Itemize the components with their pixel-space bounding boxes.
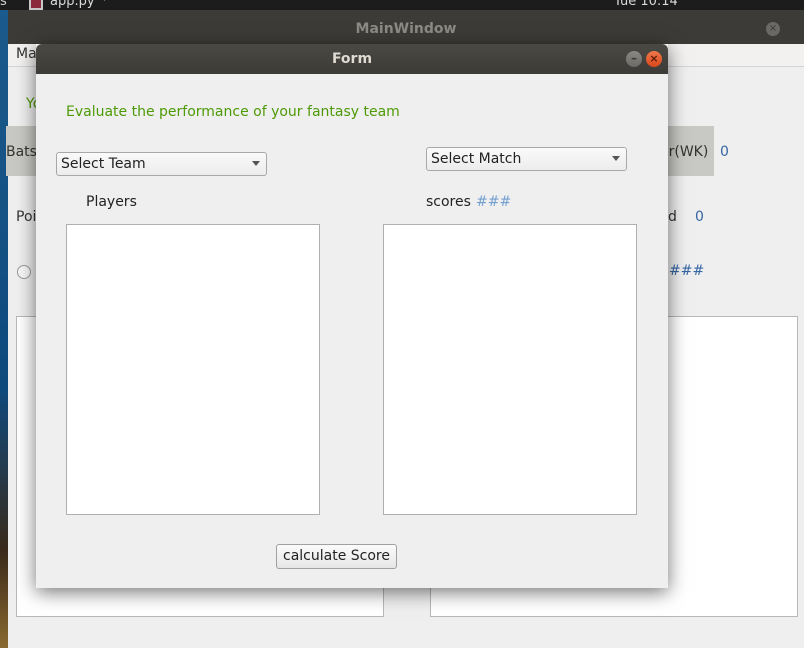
select-match-combo[interactable]: Select Match (426, 147, 627, 171)
app-icon (29, 0, 43, 10)
menu-item[interactable]: Ma (16, 46, 37, 62)
players-label: Players (86, 194, 137, 210)
points-label: Poi (16, 209, 37, 225)
calculate-score-button[interactable]: calculate Score (276, 544, 397, 569)
evaluate-dialog: Form – × Evaluate the performance of you… (36, 44, 668, 588)
select-match-value: Select Match (431, 151, 522, 167)
points-used-label: d (668, 209, 677, 225)
scores-label: scores (426, 194, 471, 210)
team-name-value: ### (669, 263, 705, 279)
chevron-down-icon[interactable]: ▾ (102, 0, 107, 4)
chevron-down-icon (252, 161, 260, 166)
select-team-combo[interactable]: Select Team (56, 152, 267, 176)
evaluate-heading: Evaluate the performance of your fantasy… (66, 104, 400, 120)
close-icon[interactable]: × (766, 22, 780, 36)
scores-list[interactable] (383, 224, 637, 515)
main-window-title: MainWindow (355, 21, 457, 37)
close-icon[interactable]: × (646, 51, 662, 67)
dialog-title: Form (331, 51, 373, 67)
main-window-titlebar: MainWindow (8, 10, 804, 44)
chevron-down-icon (612, 156, 620, 161)
wicketkeeper-count: 0 (720, 144, 729, 160)
minimize-icon[interactable]: – (626, 51, 642, 67)
dialog-titlebar: Form (36, 44, 668, 74)
scores-total-value: ### (476, 194, 512, 210)
points-used-value: 0 (695, 209, 704, 225)
app-menu-label[interactable]: app.py (50, 0, 95, 9)
desktop-wallpaper (0, 0, 8, 648)
system-top-bar: s app.py ▾ Tue 10:14 (0, 0, 804, 10)
players-list[interactable] (66, 224, 320, 515)
batsmen-label: Bats (6, 144, 37, 160)
clock[interactable]: Tue 10:14 (614, 0, 678, 9)
top-bar-text: s (0, 0, 7, 9)
category-radio[interactable] (17, 265, 31, 279)
select-team-value: Select Team (61, 156, 146, 172)
